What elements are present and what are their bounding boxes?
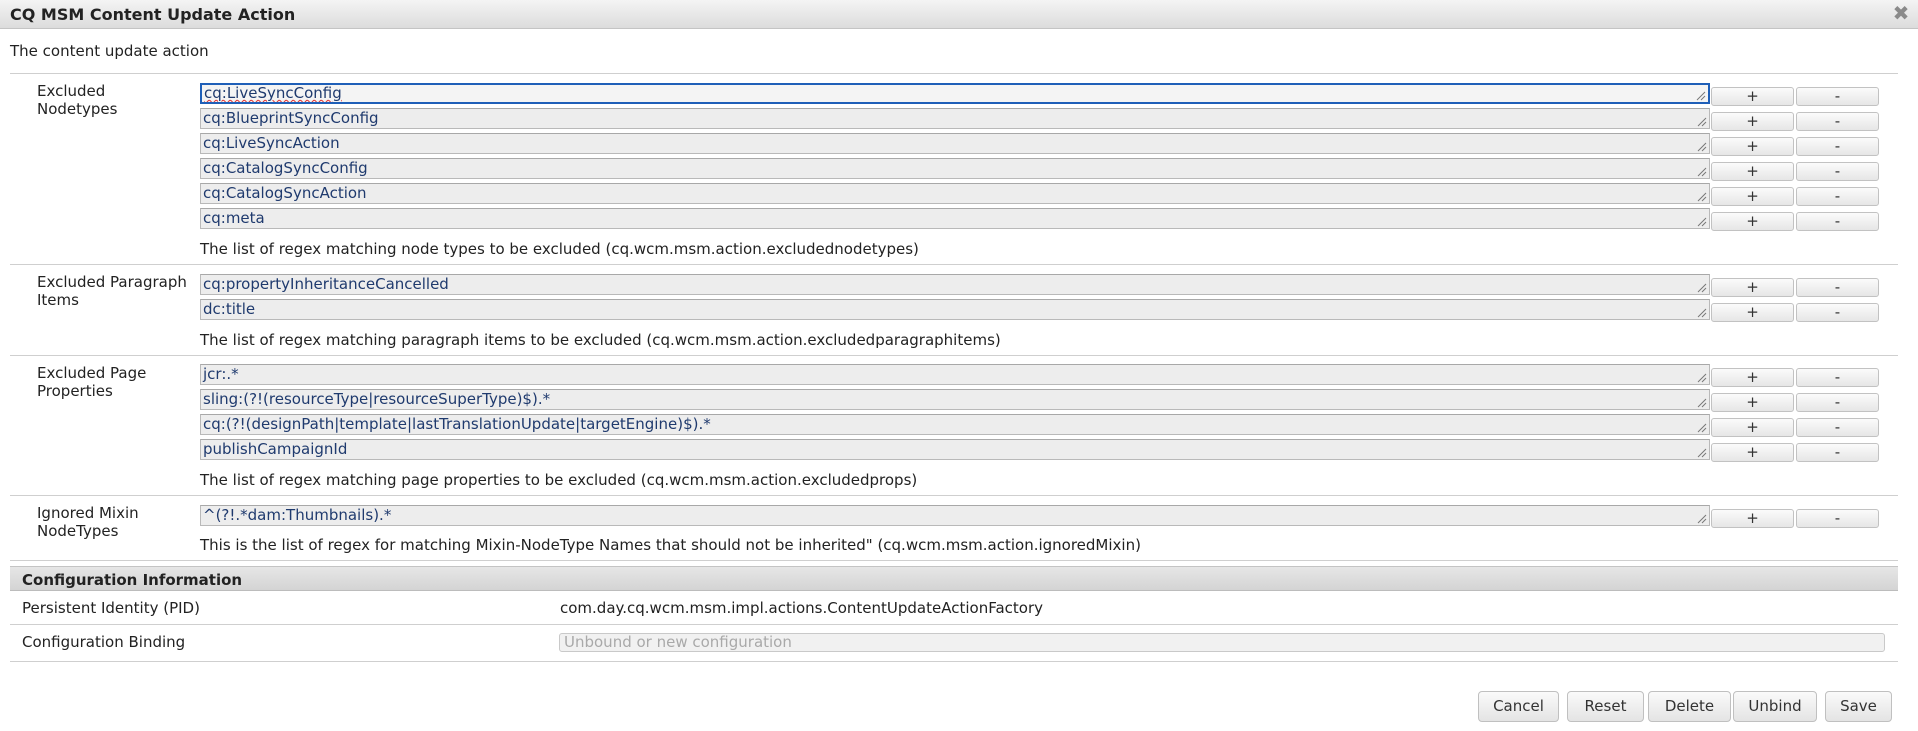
dialog-titlebar[interactable]: CQ MSM Content Update Action ✖: [0, 0, 1918, 29]
excluded-nodetypes-label: Excluded Nodetypes: [37, 82, 118, 118]
add-value-button[interactable]: +: [1711, 443, 1794, 462]
save-button[interactable]: Save: [1825, 691, 1892, 722]
dialog-title: CQ MSM Content Update Action: [10, 5, 296, 24]
excluded-nodetypes-description: The list of regex matching node types to…: [200, 240, 919, 258]
remove-value-button[interactable]: -: [1796, 137, 1879, 156]
resize-grip-icon[interactable]: [1695, 165, 1707, 177]
add-value-button[interactable]: +: [1711, 393, 1794, 412]
remove-value-button[interactable]: -: [1796, 278, 1879, 297]
close-icon[interactable]: ✖: [1892, 3, 1910, 23]
excluded-nodetypes-field[interactable]: cq:LiveSyncConfig: [200, 83, 1710, 104]
add-value-button[interactable]: +: [1711, 87, 1794, 106]
add-value-button[interactable]: +: [1711, 137, 1794, 156]
excluded-nodetypes-field[interactable]: cq:CatalogSyncAction: [200, 183, 1710, 204]
add-value-button[interactable]: +: [1711, 303, 1794, 322]
divider: [10, 264, 1898, 265]
unbind-button[interactable]: Unbind: [1733, 691, 1817, 722]
excluded-page-properties-description: The list of regex matching page properti…: [200, 471, 918, 489]
add-value-button[interactable]: +: [1711, 162, 1794, 181]
remove-value-button[interactable]: -: [1796, 303, 1879, 322]
excluded-nodetypes-field[interactable]: cq:meta: [200, 208, 1710, 229]
resize-grip-icon[interactable]: [1695, 371, 1707, 383]
ignored-mixin-nodetypes-description: This is the list of regex for matching M…: [200, 536, 1141, 554]
remove-value-button[interactable]: -: [1796, 509, 1879, 528]
remove-value-button[interactable]: -: [1796, 112, 1879, 131]
pid-value: com.day.cq.wcm.msm.impl.actions.ContentU…: [560, 599, 1044, 617]
configuration-information-header: Configuration Information: [10, 566, 1898, 591]
add-value-button[interactable]: +: [1711, 368, 1794, 387]
excluded-paragraph-items-field[interactable]: dc:title: [200, 299, 1710, 320]
cancel-button[interactable]: Cancel: [1478, 691, 1559, 722]
divider: [10, 355, 1898, 356]
resize-grip-icon[interactable]: [1695, 115, 1707, 127]
add-value-button[interactable]: +: [1711, 418, 1794, 437]
divider: [10, 73, 1898, 74]
ignored-mixin-nodetypes-field[interactable]: ^(?!.*dam:Thumbnails).*: [200, 505, 1710, 526]
reset-button[interactable]: Reset: [1567, 691, 1644, 722]
add-value-button[interactable]: +: [1711, 509, 1794, 528]
resize-grip-icon[interactable]: [1695, 421, 1707, 433]
excluded-page-properties-label: Excluded Page Properties: [37, 364, 147, 400]
divider: [10, 661, 1898, 662]
excluded-page-properties-field[interactable]: publishCampaignId: [200, 439, 1710, 460]
excluded-paragraph-items-field[interactable]: cq:propertyInheritanceCancelled: [200, 274, 1710, 295]
divider: [10, 624, 1898, 625]
excluded-page-properties-field[interactable]: sling:(?!(resourceType|resourceSuperType…: [200, 389, 1710, 410]
pid-label: Persistent Identity (PID): [22, 599, 200, 617]
remove-value-button[interactable]: -: [1796, 187, 1879, 206]
configuration-binding-label: Configuration Binding: [22, 633, 186, 651]
excluded-paragraph-items-label: Excluded Paragraph Items: [37, 273, 187, 309]
excluded-paragraph-items-description: The list of regex matching paragraph ite…: [200, 331, 1001, 349]
remove-value-button[interactable]: -: [1796, 212, 1879, 231]
remove-value-button[interactable]: -: [1796, 162, 1879, 181]
add-value-button[interactable]: +: [1711, 187, 1794, 206]
excluded-nodetypes-field[interactable]: cq:LiveSyncAction: [200, 133, 1710, 154]
delete-button[interactable]: Delete: [1648, 691, 1731, 722]
dialog-description: The content update action: [10, 42, 209, 60]
excluded-page-properties-field[interactable]: cq:(?!(designPath|template|lastTranslati…: [200, 414, 1710, 435]
resize-grip-icon[interactable]: [1695, 446, 1707, 458]
configuration-binding-field[interactable]: Unbound or new configuration: [559, 633, 1885, 652]
resize-grip-icon[interactable]: [1695, 396, 1707, 408]
resize-grip-icon[interactable]: [1695, 281, 1707, 293]
excluded-nodetypes-field[interactable]: cq:BlueprintSyncConfig: [200, 108, 1710, 129]
remove-value-button[interactable]: -: [1796, 368, 1879, 387]
resize-grip-icon[interactable]: [1695, 306, 1707, 318]
remove-value-button[interactable]: -: [1796, 87, 1879, 106]
remove-value-button[interactable]: -: [1796, 393, 1879, 412]
resize-grip-icon[interactable]: [1695, 512, 1707, 524]
divider: [10, 560, 1898, 561]
add-value-button[interactable]: +: [1711, 112, 1794, 131]
resize-grip-icon[interactable]: [1695, 140, 1707, 152]
resize-grip-icon[interactable]: [1694, 89, 1706, 101]
excluded-page-properties-field[interactable]: jcr:.*: [200, 364, 1710, 385]
remove-value-button[interactable]: -: [1796, 418, 1879, 437]
config-dialog: CQ MSM Content Update Action ✖ The conte…: [0, 0, 1918, 731]
resize-grip-icon[interactable]: [1695, 215, 1707, 227]
add-value-button[interactable]: +: [1711, 212, 1794, 231]
divider: [10, 495, 1898, 496]
resize-grip-icon[interactable]: [1695, 190, 1707, 202]
remove-value-button[interactable]: -: [1796, 443, 1879, 462]
excluded-nodetypes-field[interactable]: cq:CatalogSyncConfig: [200, 158, 1710, 179]
add-value-button[interactable]: +: [1711, 278, 1794, 297]
ignored-mixin-nodetypes-label: Ignored Mixin NodeTypes: [37, 504, 139, 540]
